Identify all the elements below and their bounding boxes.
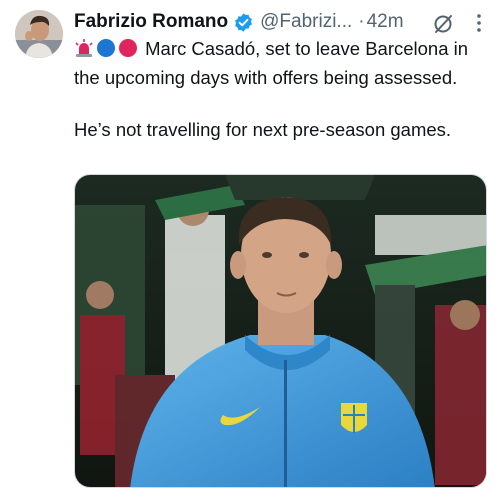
tweet-line-2: He’s not travelling for next pre-season … bbox=[74, 119, 452, 140]
verified-badge-icon bbox=[233, 12, 254, 33]
player-photo bbox=[75, 175, 486, 487]
rotating-light-icon bbox=[74, 38, 94, 65]
blue-circle-icon bbox=[96, 38, 116, 65]
more-options-icon[interactable] bbox=[470, 12, 488, 34]
tweet-media-photo[interactable] bbox=[74, 174, 487, 488]
author-name[interactable]: Fabrizio Romano bbox=[74, 11, 228, 33]
tweet-paragraph-1: Marc Casadó, set to leave Barcelona in t… bbox=[74, 36, 494, 91]
grok-icon[interactable] bbox=[432, 13, 454, 35]
tweet-text: Marc Casadó, set to leave Barcelona in t… bbox=[74, 36, 494, 143]
red-circle-icon bbox=[118, 38, 138, 65]
timestamp[interactable]: 42m bbox=[367, 11, 404, 33]
separator-dot: · bbox=[358, 11, 365, 32]
author-handle[interactable]: @Fabrizi... bbox=[260, 11, 352, 33]
author-avatar[interactable] bbox=[15, 10, 63, 58]
avatar-photo bbox=[15, 10, 63, 58]
